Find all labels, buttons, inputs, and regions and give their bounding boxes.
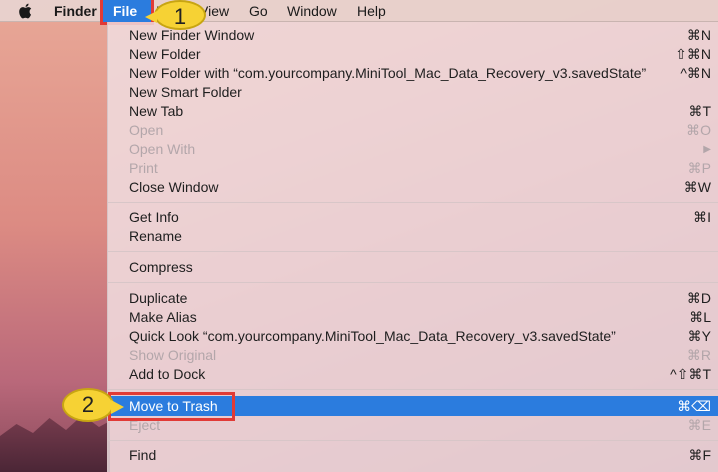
menu-finder[interactable]: Finder: [54, 0, 97, 22]
menu-item-shortcut: ⌘D: [686, 290, 711, 306]
menu-item-shortcut: ⌘F: [688, 447, 711, 463]
menu-item-label: Compress: [129, 259, 193, 275]
menu-separator: [108, 440, 718, 441]
menu-item-label: Quick Look “com.yourcompany.MiniTool_Mac…: [129, 328, 616, 344]
menu-item-label: Show Original: [129, 347, 217, 363]
menu-item-label: Get Info: [129, 209, 179, 225]
annotation-highlight-box: [108, 392, 235, 421]
menu-item-label: Make Alias: [129, 309, 197, 325]
menu-item-new-folder-with[interactable]: New Folder with “com.yourcompany.MiniToo…: [108, 64, 718, 83]
menu-item-new-tab[interactable]: New Tab ⌘T: [108, 102, 718, 121]
callout-step-1: 1: [145, 0, 206, 30]
menu-item-show-original: Show Original ⌘R: [108, 346, 718, 365]
menu-item-duplicate[interactable]: Duplicate ⌘D: [108, 289, 718, 308]
menu-separator: [108, 251, 718, 252]
menu-item-shortcut: ⌘P: [687, 160, 711, 176]
menu-item-shortcut: ⌘Y: [687, 328, 711, 344]
menu-item-open-with: Open With ▶: [108, 140, 718, 159]
menu-item-label: Duplicate: [129, 290, 188, 306]
menu-item-find[interactable]: Find ⌘F: [108, 446, 718, 465]
menu-item-label: Print: [129, 160, 158, 176]
menu-item-shortcut: ⇧⌘N: [675, 46, 711, 62]
menu-item-print: Print ⌘P: [108, 159, 718, 178]
menu-bar: Finder File Edit View Go Window Help: [0, 0, 718, 25]
menu-window[interactable]: Window: [287, 0, 337, 22]
menu-item-label: New Tab: [129, 103, 184, 119]
callout-step-2: 2: [62, 388, 124, 422]
menu-item-new-folder[interactable]: New Folder ⇧⌘N: [108, 45, 718, 64]
menu-item-label: New Folder: [129, 46, 201, 62]
apple-icon[interactable]: [18, 0, 32, 22]
menu-item-label: Open With: [129, 141, 196, 157]
menu-item-close-window[interactable]: Close Window ⌘W: [108, 178, 718, 197]
menu-item-shortcut: ⌘T: [688, 103, 711, 119]
menu-item-shortcut: ⌘⌫: [677, 398, 711, 414]
menu-separator: [108, 282, 718, 283]
menu-item-label: New Finder Window: [129, 27, 255, 43]
menu-item-quick-look[interactable]: Quick Look “com.yourcompany.MiniTool_Mac…: [108, 327, 718, 346]
menu-item-shortcut: ⌘N: [686, 27, 711, 43]
menu-item-shortcut: ⌘R: [686, 347, 711, 363]
menu-item-label: Open: [129, 122, 164, 138]
menu-item-rename[interactable]: Rename: [108, 227, 718, 246]
menu-item-shortcut: ^⇧⌘T: [670, 366, 711, 382]
menu-item-label: Add to Dock: [129, 366, 206, 382]
menu-item-label: New Smart Folder: [129, 84, 242, 100]
menu-item-shortcut: ⌘E: [687, 417, 711, 433]
menu-item-label: Find: [129, 447, 157, 463]
menu-separator: [108, 389, 718, 390]
menu-item-shortcut: ⌘L: [689, 309, 711, 325]
menu-help[interactable]: Help: [357, 0, 386, 22]
menu-item-make-alias[interactable]: Make Alias ⌘L: [108, 308, 718, 327]
menu-item-label: Close Window: [129, 179, 219, 195]
menu-item-shortcut: ⌘O: [686, 122, 711, 138]
menu-go[interactable]: Go: [249, 0, 268, 22]
menu-item-label: New Folder with “com.yourcompany.MiniToo…: [129, 65, 647, 81]
submenu-arrow-icon: ▶: [703, 144, 711, 155]
menu-item-compress[interactable]: Compress: [108, 258, 718, 277]
menu-item-shortcut: ^⌘N: [680, 65, 711, 81]
apple-logo-icon: [19, 3, 32, 19]
menu-item-get-info[interactable]: Get Info ⌘I: [108, 208, 718, 227]
menu-item-open: Open ⌘O: [108, 121, 718, 140]
menu-item-add-to-dock[interactable]: Add to Dock ^⇧⌘T: [108, 365, 718, 384]
menu-item-label: Rename: [129, 228, 182, 244]
menu-item-new-smart-folder[interactable]: New Smart Folder: [108, 83, 718, 102]
menu-item-shortcut: ⌘W: [683, 179, 711, 195]
menu-item-shortcut: ⌘I: [693, 209, 711, 225]
menu-separator: [108, 202, 718, 203]
menu-file[interactable]: File: [100, 0, 154, 25]
menu-item-new-finder-window[interactable]: New Finder Window ⌘N: [108, 26, 718, 45]
